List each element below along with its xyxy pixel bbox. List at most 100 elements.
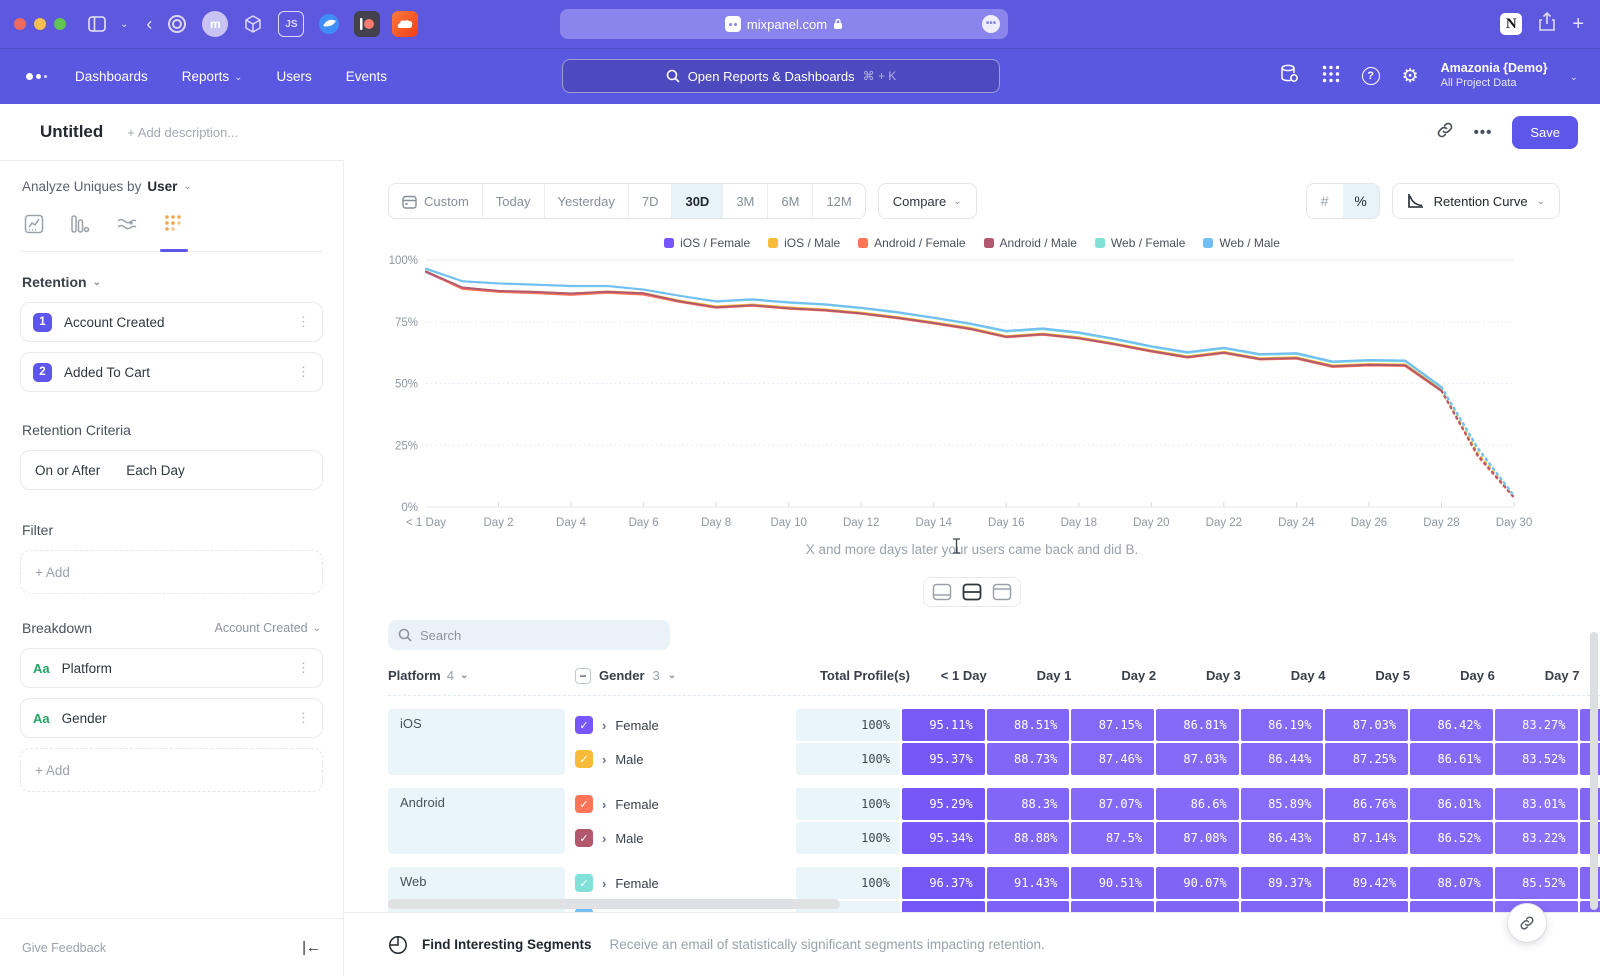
series-checkbox[interactable]: ✓ xyxy=(575,750,593,768)
add-filter-button[interactable]: + Add xyxy=(20,550,323,594)
gender-cell[interactable]: ✓›Female xyxy=(575,795,796,813)
range-7d[interactable]: 7D xyxy=(629,184,673,218)
copy-link-icon[interactable] xyxy=(1436,121,1454,144)
expand-row-icon[interactable]: › xyxy=(602,831,606,846)
retention-value-cell[interactable]: 87.07% xyxy=(1071,788,1154,820)
breakdown-scope-selector[interactable]: Account Created⌄ xyxy=(215,621,322,635)
range-30d[interactable]: 30D xyxy=(672,184,723,218)
nav-reports[interactable]: Reports⌄ xyxy=(182,69,243,84)
analyze-entity-selector[interactable]: User xyxy=(147,179,177,194)
help-icon[interactable]: ? xyxy=(1362,67,1380,85)
gender-cell[interactable]: ✓›Female xyxy=(575,716,796,734)
give-feedback-link[interactable]: Give Feedback xyxy=(22,941,106,955)
retention-value-cell[interactable]: 90.51% xyxy=(1071,867,1154,899)
retention-value-cell[interactable]: 83.52% xyxy=(1495,743,1578,775)
retention-value-cell[interactable]: 88.73% xyxy=(987,743,1070,775)
chart-only-layout-icon[interactable] xyxy=(932,583,952,601)
apps-grid-icon[interactable] xyxy=(1322,65,1340,88)
gender-cell[interactable]: ✓›Male xyxy=(575,750,796,768)
tab-retention[interactable] xyxy=(164,214,184,251)
retention-section-header[interactable]: Retention⌄ xyxy=(22,274,321,290)
site-settings-icon[interactable]: ••• xyxy=(982,15,1000,33)
tab-flows[interactable] xyxy=(116,214,138,251)
more-options-icon[interactable]: ••• xyxy=(1474,124,1493,141)
day-column-header[interactable]: Day 6 xyxy=(1418,668,1503,683)
retention-value-cell[interactable]: 88.07% xyxy=(1410,867,1493,899)
kebab-menu-icon[interactable]: ⋮ xyxy=(297,364,310,380)
save-button[interactable]: Save xyxy=(1512,116,1578,149)
retention-value-cell[interactable]: 95.11% xyxy=(902,709,985,741)
retention-value-cell[interactable]: 89.37% xyxy=(1241,867,1324,899)
extension-rings-icon[interactable] xyxy=(164,11,190,37)
retention-value-cell[interactable]: 83.01% xyxy=(1495,788,1578,820)
url-bar[interactable]: mixpanel.com ••• xyxy=(560,9,1008,39)
retention-value-cell[interactable]: 95.37% xyxy=(902,743,985,775)
retention-value-cell[interactable]: 88.51% xyxy=(987,709,1070,741)
indeterminate-checkbox[interactable]: − xyxy=(575,668,591,684)
zoom-window-button[interactable] xyxy=(54,18,66,30)
platform-cell[interactable]: Android xyxy=(388,788,565,854)
kebab-menu-icon[interactable]: ⋮ xyxy=(297,710,310,726)
compare-button[interactable]: Compare⌄ xyxy=(878,183,977,219)
retention-value-cell[interactable]: 85.89% xyxy=(1241,788,1324,820)
global-search-button[interactable]: Open Reports & Dashboards ⌘ + K xyxy=(562,59,1000,93)
percent-toggle[interactable]: % xyxy=(1343,184,1379,218)
chart-type-selector[interactable]: Retention Curve⌄ xyxy=(1392,183,1560,219)
series-checkbox[interactable]: ✓ xyxy=(575,874,593,892)
extension-m-icon[interactable]: m xyxy=(202,11,228,37)
retention-step-2[interactable]: 2 Added To Cart ⋮ xyxy=(20,352,323,392)
extension-js-icon[interactable]: JS xyxy=(278,11,304,37)
retention-value-cell[interactable]: 95.29% xyxy=(902,788,985,820)
day-column-header[interactable]: Day 4 xyxy=(1249,668,1334,683)
retention-value-cell[interactable]: 86.81% xyxy=(1156,709,1239,741)
gender-cell[interactable]: ✓›Female xyxy=(575,874,796,892)
close-window-button[interactable] xyxy=(14,18,26,30)
kebab-menu-icon[interactable]: ⋮ xyxy=(297,660,310,676)
range-yesterday[interactable]: Yesterday xyxy=(545,184,629,218)
retention-chart[interactable]: 0%25%50%75%100%< 1 DayDay 2Day 4Day 6Day… xyxy=(344,252,1600,540)
minimize-window-button[interactable] xyxy=(34,18,46,30)
retention-value-cell[interactable]: 87.08% xyxy=(1156,822,1239,854)
series-checkbox[interactable]: ✓ xyxy=(575,716,593,734)
expand-row-icon[interactable]: › xyxy=(602,876,606,891)
breakdown-gender[interactable]: Aa Gender ⋮ xyxy=(20,698,323,738)
retention-value-cell[interactable]: 86.43% xyxy=(1241,822,1324,854)
retention-criteria-control[interactable]: On or After Each Day xyxy=(20,450,323,490)
nav-dashboards[interactable]: Dashboards xyxy=(75,69,148,84)
day-column-header[interactable]: Day 1 xyxy=(995,668,1080,683)
mixpanel-logo[interactable] xyxy=(26,73,47,80)
tab-insights[interactable] xyxy=(24,214,44,251)
day-column-header[interactable]: < 1 Day xyxy=(910,668,995,683)
range-6m[interactable]: 6M xyxy=(768,184,813,218)
add-breakdown-button[interactable]: + Add xyxy=(20,748,323,792)
report-description-placeholder[interactable]: + Add description... xyxy=(127,125,238,140)
kebab-menu-icon[interactable]: ⋮ xyxy=(297,314,310,330)
report-title[interactable]: Untitled xyxy=(40,122,103,142)
retention-value-cell[interactable]: 86.42% xyxy=(1410,709,1493,741)
table-only-layout-icon[interactable] xyxy=(992,583,1012,601)
retention-value-cell[interactable]: 86.44% xyxy=(1241,743,1324,775)
retention-value-cell[interactable]: 86.61% xyxy=(1410,743,1493,775)
range-12m[interactable]: 12M xyxy=(813,184,864,218)
expand-row-icon[interactable]: › xyxy=(602,718,606,733)
retention-step-1[interactable]: 1 Account Created ⋮ xyxy=(20,302,323,342)
legend-item[interactable]: Web / Male xyxy=(1203,236,1279,250)
retention-value-cell[interactable]: 87.03% xyxy=(1325,709,1408,741)
retention-value-cell[interactable]: 91.43% xyxy=(987,867,1070,899)
retention-value-cell[interactable]: 87.15% xyxy=(1071,709,1154,741)
chevron-down-icon[interactable]: ⌄ xyxy=(120,19,128,30)
expand-row-icon[interactable]: › xyxy=(602,797,606,812)
legend-item[interactable]: Web / Female xyxy=(1095,236,1185,250)
retention-value-cell[interactable]: 87.46% xyxy=(1071,743,1154,775)
nav-users[interactable]: Users xyxy=(276,69,311,84)
retention-value-cell[interactable]: 88.88% xyxy=(987,822,1070,854)
retention-value-cell[interactable]: 89.42% xyxy=(1325,867,1408,899)
retention-value-cell[interactable]: 87.5% xyxy=(1071,822,1154,854)
retention-value-cell[interactable]: 86.76% xyxy=(1325,788,1408,820)
share-link-fab[interactable] xyxy=(1508,904,1546,942)
horizontal-scrollbar[interactable] xyxy=(388,899,840,909)
project-switcher[interactable]: Amazonia {Demo} All Project Data xyxy=(1441,61,1548,90)
retention-value-cell[interactable]: 87.25% xyxy=(1325,743,1408,775)
range-custom[interactable]: Custom xyxy=(389,184,483,218)
absolute-numbers-toggle[interactable]: # xyxy=(1307,184,1343,218)
